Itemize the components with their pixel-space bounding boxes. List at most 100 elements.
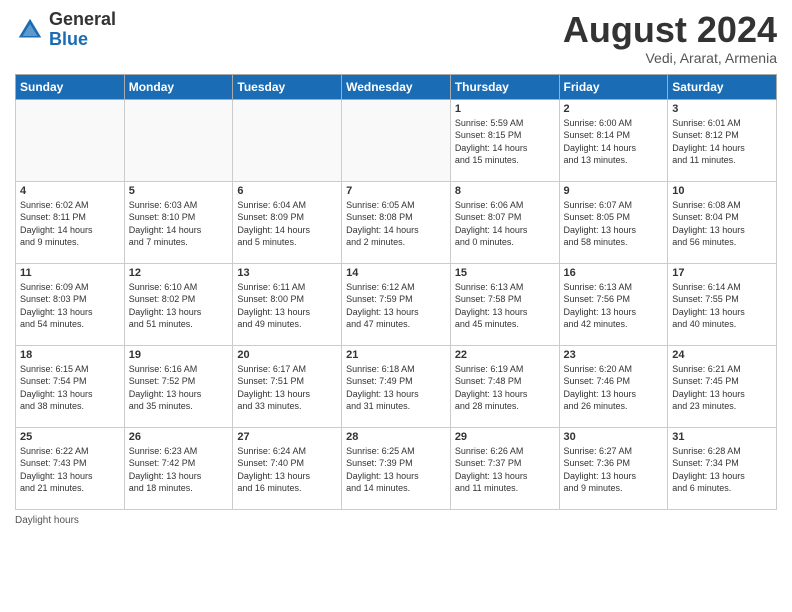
- calendar-day-cell: 25 Sunrise: 6:22 AM Sunset: 7:43 PM Dayli…: [16, 427, 125, 509]
- calendar-day-cell: 27 Sunrise: 6:24 AM Sunset: 7:40 PM Dayli…: [233, 427, 342, 509]
- day-info: Sunrise: 6:00 AM Sunset: 8:14 PM Dayligh…: [564, 117, 664, 167]
- calendar-day-cell: 17 Sunrise: 6:14 AM Sunset: 7:55 PM Dayli…: [668, 263, 777, 345]
- day-number: 31: [672, 431, 772, 443]
- calendar-day-cell: 23 Sunrise: 6:20 AM Sunset: 7:46 PM Dayli…: [559, 345, 668, 427]
- calendar-day-cell: 24Sunrise: 6:21 AM Sunset: 7:45 PM Dayli…: [668, 345, 777, 427]
- day-number: 22: [455, 349, 555, 361]
- day-info: Sunrise: 6:20 AM Sunset: 7:46 PM Dayligh…: [564, 363, 664, 413]
- day-info: Sunrise: 6:15 AM Sunset: 7:54 PM Dayligh…: [20, 363, 120, 413]
- calendar-day-cell: 22Sunrise: 6:19 AM Sunset: 7:48 PM Dayli…: [450, 345, 559, 427]
- day-number: 28: [346, 431, 446, 443]
- logo-general: General: [49, 10, 116, 30]
- calendar-day-cell: [342, 99, 451, 181]
- logo-text: General Blue: [49, 10, 116, 50]
- weekday-header: Thursday: [450, 74, 559, 99]
- calendar-week-row: 25 Sunrise: 6:22 AM Sunset: 7:43 PM Dayli…: [16, 427, 777, 509]
- day-number: 4: [20, 185, 120, 197]
- day-number: 2: [564, 103, 664, 115]
- day-number: 23: [564, 349, 664, 361]
- day-info: Sunrise: 6:13 AM Sunset: 7:58 PM Dayligh…: [455, 281, 555, 331]
- day-info: Sunrise: 6:05 AM Sunset: 8:08 PM Dayligh…: [346, 199, 446, 249]
- day-number: 10: [672, 185, 772, 197]
- day-info: Sunrise: 6:06 AM Sunset: 8:07 PM Dayligh…: [455, 199, 555, 249]
- calendar-week-row: 4 Sunrise: 6:02 AM Sunset: 8:11 PM Daylig…: [16, 181, 777, 263]
- day-number: 3: [672, 103, 772, 115]
- day-info: Sunrise: 6:25 AM Sunset: 7:39 PM Dayligh…: [346, 445, 446, 495]
- calendar-day-cell: 18 Sunrise: 6:15 AM Sunset: 7:54 PM Dayli…: [16, 345, 125, 427]
- weekday-header: Monday: [124, 74, 233, 99]
- calendar-day-cell: 3 Sunrise: 6:01 AM Sunset: 8:12 PM Daylig…: [668, 99, 777, 181]
- day-number: 1: [455, 103, 555, 115]
- day-info: Sunrise: 6:18 AM Sunset: 7:49 PM Dayligh…: [346, 363, 446, 413]
- day-number: 17: [672, 267, 772, 279]
- day-number: 27: [237, 431, 337, 443]
- day-info: Sunrise: 6:12 AM Sunset: 7:59 PM Dayligh…: [346, 281, 446, 331]
- weekday-header: Wednesday: [342, 74, 451, 99]
- day-number: 14: [346, 267, 446, 279]
- weekday-header: Tuesday: [233, 74, 342, 99]
- logo-blue: Blue: [49, 30, 116, 50]
- location: Vedi, Ararat, Armenia: [563, 50, 777, 66]
- day-info: Sunrise: 6:14 AM Sunset: 7:55 PM Dayligh…: [672, 281, 772, 331]
- day-number: 7: [346, 185, 446, 197]
- calendar-day-cell: [124, 99, 233, 181]
- calendar-day-cell: 4 Sunrise: 6:02 AM Sunset: 8:11 PM Daylig…: [16, 181, 125, 263]
- day-info: Sunrise: 6:08 AM Sunset: 8:04 PM Dayligh…: [672, 199, 772, 249]
- day-number: 25: [20, 431, 120, 443]
- day-number: 6: [237, 185, 337, 197]
- day-info: Sunrise: 6:27 AM Sunset: 7:36 PM Dayligh…: [564, 445, 664, 495]
- calendar-day-cell: 5 Sunrise: 6:03 AM Sunset: 8:10 PM Daylig…: [124, 181, 233, 263]
- calendar-day-cell: 1 Sunrise: 5:59 AM Sunset: 8:15 PM Daylig…: [450, 99, 559, 181]
- calendar-day-cell: 31 Sunrise: 6:28 AM Sunset: 7:34 PM Dayli…: [668, 427, 777, 509]
- day-info: Sunrise: 6:07 AM Sunset: 8:05 PM Dayligh…: [564, 199, 664, 249]
- calendar-day-cell: [233, 99, 342, 181]
- day-number: 15: [455, 267, 555, 279]
- calendar-day-cell: 15 Sunrise: 6:13 AM Sunset: 7:58 PM Dayli…: [450, 263, 559, 345]
- calendar-day-cell: 11Sunrise: 6:09 AM Sunset: 8:03 PM Dayli…: [16, 263, 125, 345]
- day-info: Sunrise: 6:09 AM Sunset: 8:03 PM Dayligh…: [20, 281, 120, 331]
- calendar-week-row: 11Sunrise: 6:09 AM Sunset: 8:03 PM Dayli…: [16, 263, 777, 345]
- calendar-day-cell: 2 Sunrise: 6:00 AM Sunset: 8:14 PM Daylig…: [559, 99, 668, 181]
- day-info: Sunrise: 6:24 AM Sunset: 7:40 PM Dayligh…: [237, 445, 337, 495]
- header: General Blue August 2024 Vedi, Ararat, A…: [15, 10, 777, 66]
- day-info: Sunrise: 6:26 AM Sunset: 7:37 PM Dayligh…: [455, 445, 555, 495]
- calendar-day-cell: 13Sunrise: 6:11 AM Sunset: 8:00 PM Dayli…: [233, 263, 342, 345]
- day-info: Sunrise: 6:17 AM Sunset: 7:51 PM Dayligh…: [237, 363, 337, 413]
- day-number: 29: [455, 431, 555, 443]
- day-info: Sunrise: 5:59 AM Sunset: 8:15 PM Dayligh…: [455, 117, 555, 167]
- day-info: Sunrise: 6:23 AM Sunset: 7:42 PM Dayligh…: [129, 445, 229, 495]
- day-info: Sunrise: 6:03 AM Sunset: 8:10 PM Dayligh…: [129, 199, 229, 249]
- day-number: 24: [672, 349, 772, 361]
- day-info: Sunrise: 6:10 AM Sunset: 8:02 PM Dayligh…: [129, 281, 229, 331]
- day-number: 5: [129, 185, 229, 197]
- calendar-day-cell: 19Sunrise: 6:16 AM Sunset: 7:52 PM Dayli…: [124, 345, 233, 427]
- calendar-day-cell: 6Sunrise: 6:04 AM Sunset: 8:09 PM Daylig…: [233, 181, 342, 263]
- day-number: 18: [20, 349, 120, 361]
- calendar-day-cell: 8 Sunrise: 6:06 AM Sunset: 8:07 PM Daylig…: [450, 181, 559, 263]
- calendar-day-cell: 14 Sunrise: 6:12 AM Sunset: 7:59 PM Dayli…: [342, 263, 451, 345]
- day-info: Sunrise: 6:01 AM Sunset: 8:12 PM Dayligh…: [672, 117, 772, 167]
- day-info: Sunrise: 6:22 AM Sunset: 7:43 PM Dayligh…: [20, 445, 120, 495]
- day-info: Sunrise: 6:28 AM Sunset: 7:34 PM Dayligh…: [672, 445, 772, 495]
- day-number: 30: [564, 431, 664, 443]
- day-info: Sunrise: 6:11 AM Sunset: 8:00 PM Dayligh…: [237, 281, 337, 331]
- day-number: 9: [564, 185, 664, 197]
- page: General Blue August 2024 Vedi, Ararat, A…: [0, 0, 792, 612]
- logo-icon: [15, 15, 45, 45]
- day-number: 8: [455, 185, 555, 197]
- calendar-day-cell: 26Sunrise: 6:23 AM Sunset: 7:42 PM Dayli…: [124, 427, 233, 509]
- calendar-day-cell: 12Sunrise: 6:10 AM Sunset: 8:02 PM Dayli…: [124, 263, 233, 345]
- weekday-header: Sunday: [16, 74, 125, 99]
- day-info: Sunrise: 6:13 AM Sunset: 7:56 PM Dayligh…: [564, 281, 664, 331]
- logo: General Blue: [15, 10, 116, 50]
- calendar-day-cell: 21Sunrise: 6:18 AM Sunset: 7:49 PM Dayli…: [342, 345, 451, 427]
- calendar-day-cell: 9 Sunrise: 6:07 AM Sunset: 8:05 PM Daylig…: [559, 181, 668, 263]
- day-info: Sunrise: 6:02 AM Sunset: 8:11 PM Dayligh…: [20, 199, 120, 249]
- calendar-day-cell: 7 Sunrise: 6:05 AM Sunset: 8:08 PM Daylig…: [342, 181, 451, 263]
- weekday-header: Saturday: [668, 74, 777, 99]
- month-title: August 2024: [563, 10, 777, 50]
- header-row: SundayMondayTuesdayWednesdayThursdayFrid…: [16, 74, 777, 99]
- calendar-day-cell: 30 Sunrise: 6:27 AM Sunset: 7:36 PM Dayli…: [559, 427, 668, 509]
- daylight-label: Daylight hours: [15, 515, 79, 526]
- calendar-week-row: 1 Sunrise: 5:59 AM Sunset: 8:15 PM Daylig…: [16, 99, 777, 181]
